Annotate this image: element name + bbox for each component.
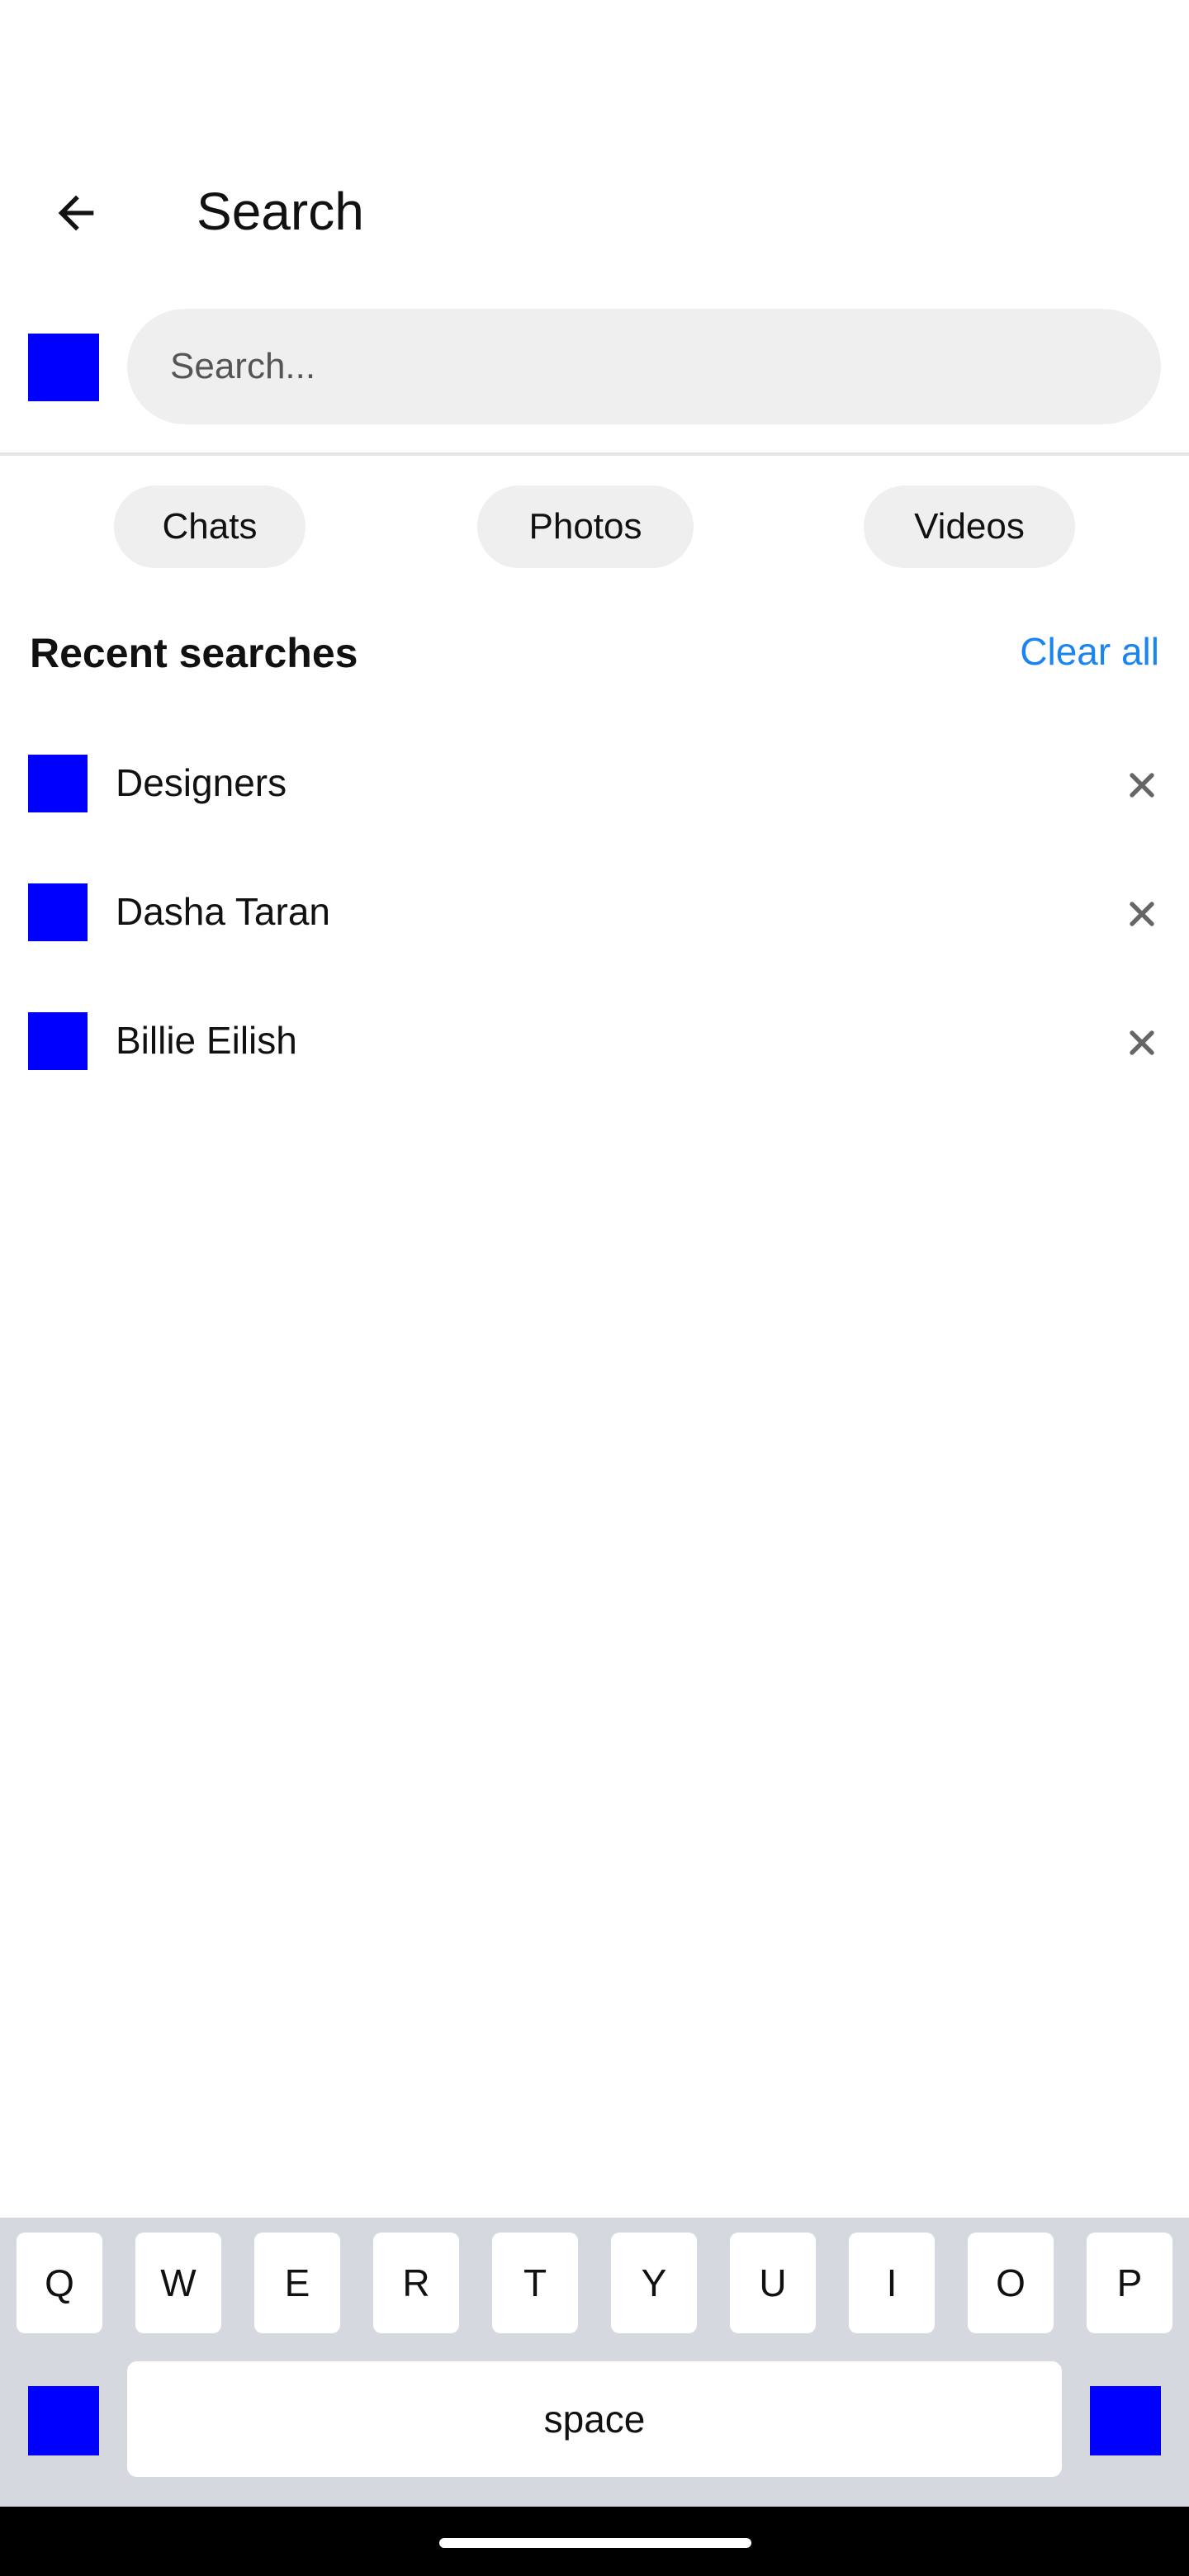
recent-search-item[interactable]: Designers [0, 727, 1189, 855]
keyboard-mode-key[interactable] [28, 2386, 99, 2455]
recent-item-avatar [28, 883, 88, 941]
space-key[interactable]: space [127, 2361, 1062, 2477]
recent-item-avatar [28, 1012, 88, 1070]
key-u[interactable]: U [730, 2233, 816, 2333]
home-indicator[interactable] [439, 2538, 751, 2548]
filter-chip-chats[interactable]: Chats [114, 485, 306, 568]
key-w[interactable]: W [135, 2233, 221, 2333]
remove-recent-button[interactable] [1111, 883, 1172, 945]
recent-searches-heading: Recent searches [30, 630, 358, 676]
key-y[interactable]: Y [611, 2233, 697, 2333]
close-icon [1130, 773, 1154, 798]
system-nav-bar [0, 2507, 1189, 2576]
recent-item-label: Dasha Taran [116, 890, 330, 933]
key-o[interactable]: O [968, 2233, 1054, 2333]
page-title: Search [197, 182, 364, 241]
recent-search-item[interactable]: Billie Eilish [0, 984, 1189, 1113]
clear-all-button[interactable]: Clear all [1020, 629, 1159, 674]
key-i[interactable]: I [849, 2233, 935, 2333]
search-input[interactable] [127, 309, 1161, 424]
key-r[interactable]: R [373, 2233, 459, 2333]
filter-chip-photos[interactable]: Photos [477, 485, 694, 568]
remove-recent-button[interactable] [1111, 755, 1172, 816]
remove-recent-button[interactable] [1111, 1012, 1172, 1073]
keyboard-action-key[interactable] [1090, 2386, 1161, 2455]
search-avatar[interactable] [28, 334, 99, 401]
search-bar [0, 282, 1189, 456]
recent-item-avatar [28, 755, 88, 812]
key-e[interactable]: E [254, 2233, 340, 2333]
key-t[interactable]: T [492, 2233, 578, 2333]
close-icon [1130, 902, 1154, 926]
close-icon [1130, 1030, 1154, 1055]
on-screen-keyboard: Q W E R T Y U I O P space [0, 2218, 1189, 2507]
recent-search-item[interactable]: Dasha Taran [0, 855, 1189, 984]
app-header: Search [0, 132, 1189, 282]
recent-item-label: Billie Eilish [116, 1019, 297, 1062]
back-button[interactable] [36, 173, 116, 253]
filter-chips: Chats Photos Videos [0, 485, 1189, 570]
status-bar [0, 0, 1189, 132]
key-q[interactable]: Q [17, 2233, 102, 2333]
recent-item-label: Designers [116, 761, 287, 804]
key-p[interactable]: P [1087, 2233, 1172, 2333]
arrow-left-icon [58, 195, 94, 231]
filter-chip-videos[interactable]: Videos [864, 485, 1075, 568]
recent-searches-list: Designers Dasha Taran Billie Eilish [0, 727, 1189, 1113]
